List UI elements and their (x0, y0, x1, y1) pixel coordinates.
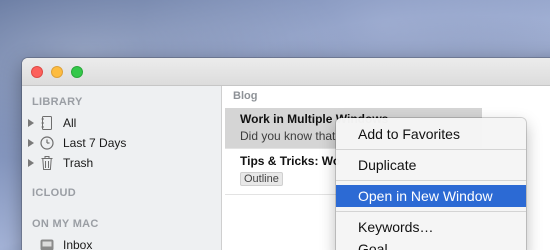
menu-item-open-in-new-window[interactable]: Open in New Window (336, 185, 526, 207)
menu-divider (336, 180, 526, 181)
list-header: Blog (233, 90, 258, 102)
menu-divider (336, 149, 526, 150)
sidebar-item-label: Last 7 Days (63, 136, 127, 150)
menu-item-keywords[interactable]: Keywords… (336, 216, 526, 238)
menu-item-add-to-favorites[interactable]: Add to Favorites (336, 123, 526, 145)
section-library: LIBRARY (32, 96, 83, 108)
minimize-button[interactable] (51, 66, 63, 78)
menu-divider (336, 211, 526, 212)
sidebar-item-label: All (63, 116, 77, 130)
tag-badge[interactable]: Outline (240, 172, 283, 186)
sidebar: LIBRARY All Last 7 Days Trash ICLOUD ON … (22, 86, 222, 250)
clock-icon (40, 136, 54, 150)
sidebar-item-last-7-days[interactable]: Last 7 Days (28, 134, 126, 152)
zoom-button[interactable] (71, 66, 83, 78)
sidebar-item-label: Inbox (63, 238, 93, 250)
disclosure-triangle-icon[interactable] (28, 139, 34, 147)
context-menu: Add to Favorites Duplicate Open in New W… (336, 118, 526, 250)
inbox-icon (40, 238, 54, 250)
menu-item-duplicate[interactable]: Duplicate (336, 154, 526, 176)
sidebar-item-trash[interactable]: Trash (28, 154, 93, 172)
sidebar-item-label: Trash (63, 156, 94, 170)
disclosure-triangle-icon[interactable] (28, 119, 34, 127)
section-icloud: ICLOUD (32, 187, 76, 199)
trash-icon (40, 156, 54, 170)
notebook-icon (40, 116, 54, 130)
sidebar-item-all[interactable]: All (28, 114, 76, 132)
section-on-my-mac: ON MY MAC (32, 218, 99, 230)
disclosure-triangle-icon[interactable] (28, 159, 34, 167)
sidebar-item-inbox[interactable]: Inbox (40, 236, 92, 250)
menu-item-goal[interactable]: Goal… (336, 238, 526, 250)
close-button[interactable] (31, 66, 43, 78)
title-bar[interactable] (22, 58, 550, 86)
